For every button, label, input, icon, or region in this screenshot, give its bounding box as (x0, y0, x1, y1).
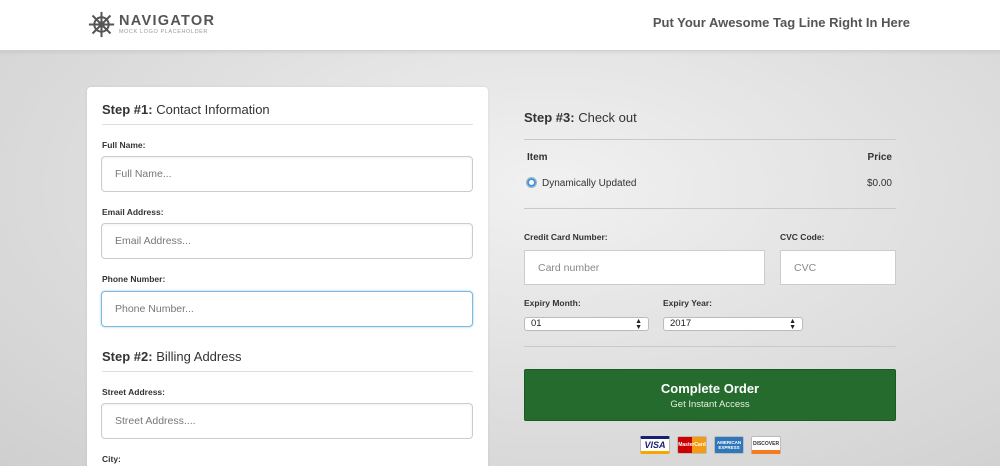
step2-title: Step #2: Billing Address (102, 349, 473, 372)
cvc-label: CVC Code: (780, 232, 825, 242)
step1-number: Step #1: (102, 102, 153, 117)
card-number-input[interactable] (524, 250, 765, 285)
expiry-year-value: 2017 (670, 318, 692, 329)
cvc-input[interactable] (780, 250, 896, 285)
complete-order-sublabel: Get Instant Access (670, 399, 750, 410)
step1-title: Step #1: Contact Information (102, 102, 473, 125)
visa-icon: VISA (640, 436, 670, 454)
logo-title: NAVIGATOR (119, 12, 216, 29)
item-radio[interactable] (526, 177, 537, 188)
item-name: Dynamically Updated (542, 178, 637, 189)
phone-label: Phone Number: (102, 274, 166, 284)
complete-order-label: Complete Order (660, 381, 760, 396)
price-column-header: Price (867, 152, 892, 163)
step3-title: Step #3: Check out (524, 110, 896, 140)
discover-icon: DISCOVER (751, 436, 781, 454)
card-number-label: Credit Card Number: (524, 232, 608, 242)
select-arrows-icon: ▲ ▼ (635, 318, 642, 331)
amex-icon: AMERICAN EXPRESS (714, 436, 744, 454)
street-label: Street Address: (102, 387, 165, 397)
divider (524, 346, 896, 347)
step1-heading: Contact Information (156, 102, 270, 117)
email-input[interactable] (101, 223, 473, 259)
step3-heading: Check out (578, 110, 637, 125)
expiry-year-select[interactable]: 2017 ▲ ▼ (663, 317, 803, 331)
expiry-month-value: 01 (531, 318, 542, 329)
tagline: Put Your Awesome Tag Line Right In Here (652, 15, 910, 30)
payment-methods: VISA MasterCard AMERICAN EXPRESS DISCOVE… (640, 436, 788, 454)
expiry-month-label: Expiry Month: (524, 298, 581, 308)
full-name-label: Full Name: (102, 140, 146, 150)
full-name-input[interactable] (101, 156, 473, 192)
expiry-month-select[interactable]: 01 ▲ ▼ (524, 317, 649, 331)
logo[interactable]: NAVIGATOR MOCK LOGO PLACEHOLDER (88, 11, 215, 38)
select-arrows-icon: ▲ ▼ (789, 318, 796, 331)
phone-input[interactable] (101, 291, 473, 327)
page-header: NAVIGATOR MOCK LOGO PLACEHOLDER Put Your… (0, 0, 1000, 51)
item-price: $0.00 (866, 178, 892, 189)
email-label: Email Address: (102, 207, 164, 217)
item-column-header: Item (527, 152, 548, 163)
city-label: City: (102, 454, 121, 464)
divider (524, 208, 896, 209)
step2-heading: Billing Address (156, 349, 242, 364)
mastercard-icon: MasterCard (677, 436, 707, 454)
step2-number: Step #2: (102, 349, 153, 364)
expiry-year-label: Expiry Year: (663, 298, 712, 308)
logo-subtitle: MOCK LOGO PLACEHOLDER (119, 28, 209, 35)
step3-number: Step #3: (524, 110, 575, 125)
street-input[interactable] (101, 403, 473, 439)
ship-wheel-icon (88, 11, 115, 38)
complete-order-button[interactable]: Complete Order Get Instant Access (524, 369, 896, 421)
